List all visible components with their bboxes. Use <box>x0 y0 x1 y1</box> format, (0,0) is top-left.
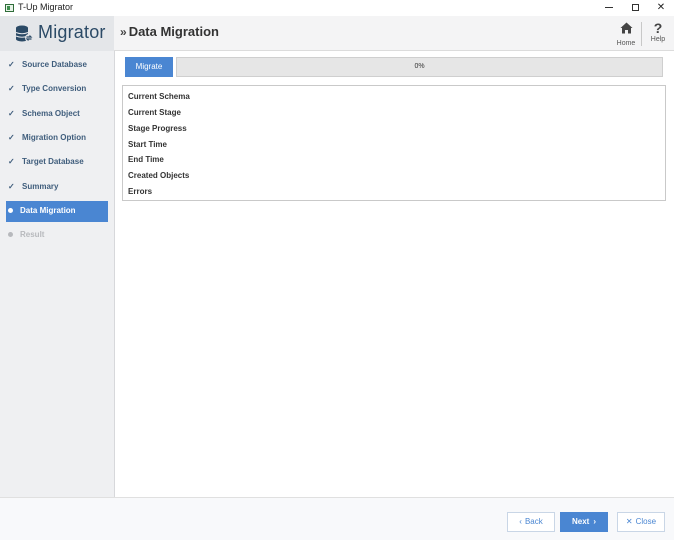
progress-text: 0% <box>414 63 425 70</box>
info-end-time: End Time <box>128 155 164 164</box>
info-current-stage: Current Stage <box>128 108 181 117</box>
close-icon: ✕ <box>656 2 666 13</box>
check-icon: ✓ <box>8 157 15 166</box>
check-icon: ✓ <box>8 182 15 191</box>
migrate-button[interactable]: Migrate <box>125 57 173 77</box>
page-title-bar: » Data Migration <box>120 24 219 39</box>
help-button[interactable]: ? Help <box>645 21 671 49</box>
close-x-icon: ✕ <box>625 517 633 526</box>
chevron-left-icon: ‹ <box>519 517 522 526</box>
home-icon <box>620 22 632 34</box>
home-button[interactable]: Home <box>613 21 639 49</box>
minimize-icon <box>605 6 613 8</box>
close-window-button[interactable]: ✕ <box>648 0 674 16</box>
chevron-right-icon: › <box>593 517 596 526</box>
check-icon: ✓ <box>8 84 15 93</box>
wizard-footer: ‹ Back Next › ✕ Close <box>0 497 674 540</box>
window-title: T-Up Migrator <box>18 2 74 12</box>
window-titlebar: T-Up Migrator ✕ <box>0 0 674 16</box>
back-button[interactable]: ‹ Back <box>507 512 555 532</box>
info-errors: Errors <box>128 187 153 196</box>
step-label: Source Database <box>22 60 87 69</box>
back-label: Back <box>524 517 543 526</box>
step-source-database[interactable]: ✓ Source Database <box>6 55 108 76</box>
info-created-objects: Created Objects <box>128 171 190 180</box>
check-icon: ✓ <box>8 133 15 142</box>
step-schema-object[interactable]: ✓ Schema Object <box>6 104 108 125</box>
header-divider <box>641 22 642 46</box>
step-label: Result <box>20 230 45 239</box>
double-chevron-icon: » <box>120 25 127 39</box>
home-label: Home <box>616 40 636 47</box>
pending-step-dot-icon <box>8 230 13 239</box>
maximize-icon <box>631 3 639 11</box>
check-icon: ✓ <box>8 60 15 69</box>
step-target-database[interactable]: ✓ Target Database <box>6 152 108 173</box>
next-button[interactable]: Next › <box>560 512 608 532</box>
wizard-steps-sidebar: ✓ Source Database ✓ Type Conversion ✓ Sc… <box>0 51 115 497</box>
help-icon: ? <box>653 20 663 36</box>
close-button[interactable]: ✕ Close <box>617 512 665 532</box>
step-label: Summary <box>22 182 59 191</box>
migration-info-panel: Current Schema Current Stage Stage Progr… <box>122 85 666 201</box>
database-icon <box>15 25 33 42</box>
page-title: Data Migration <box>128 24 219 39</box>
check-icon: ✓ <box>8 109 15 118</box>
minimize-button[interactable] <box>596 0 622 16</box>
brand: Migrator <box>0 16 114 51</box>
step-result: Result <box>6 225 108 246</box>
info-start-time: Start Time <box>128 140 167 149</box>
current-step-dot-icon <box>8 206 13 215</box>
brand-name: Migrator <box>38 22 106 42</box>
step-label: Type Conversion <box>22 84 87 93</box>
migration-progress-bar: 0% <box>176 57 663 77</box>
app-header: Migrator » Data Migration Home ? Help <box>0 16 674 51</box>
maximize-button[interactable] <box>622 0 648 16</box>
next-label: Next <box>571 517 590 526</box>
step-migration-option[interactable]: ✓ Migration Option <box>6 128 108 149</box>
step-type-conversion[interactable]: ✓ Type Conversion <box>6 79 108 100</box>
info-current-schema: Current Schema <box>128 92 190 101</box>
app-icon <box>5 4 14 12</box>
close-label: Close <box>635 517 657 526</box>
step-label: Schema Object <box>22 109 80 118</box>
step-summary[interactable]: ✓ Summary <box>6 177 108 198</box>
step-label: Migration Option <box>22 133 86 142</box>
step-label: Target Database <box>22 157 84 166</box>
info-stage-progress: Stage Progress <box>128 124 187 133</box>
step-label: Data Migration <box>20 206 76 215</box>
step-data-migration[interactable]: Data Migration <box>6 201 108 222</box>
help-label: Help <box>650 36 666 43</box>
